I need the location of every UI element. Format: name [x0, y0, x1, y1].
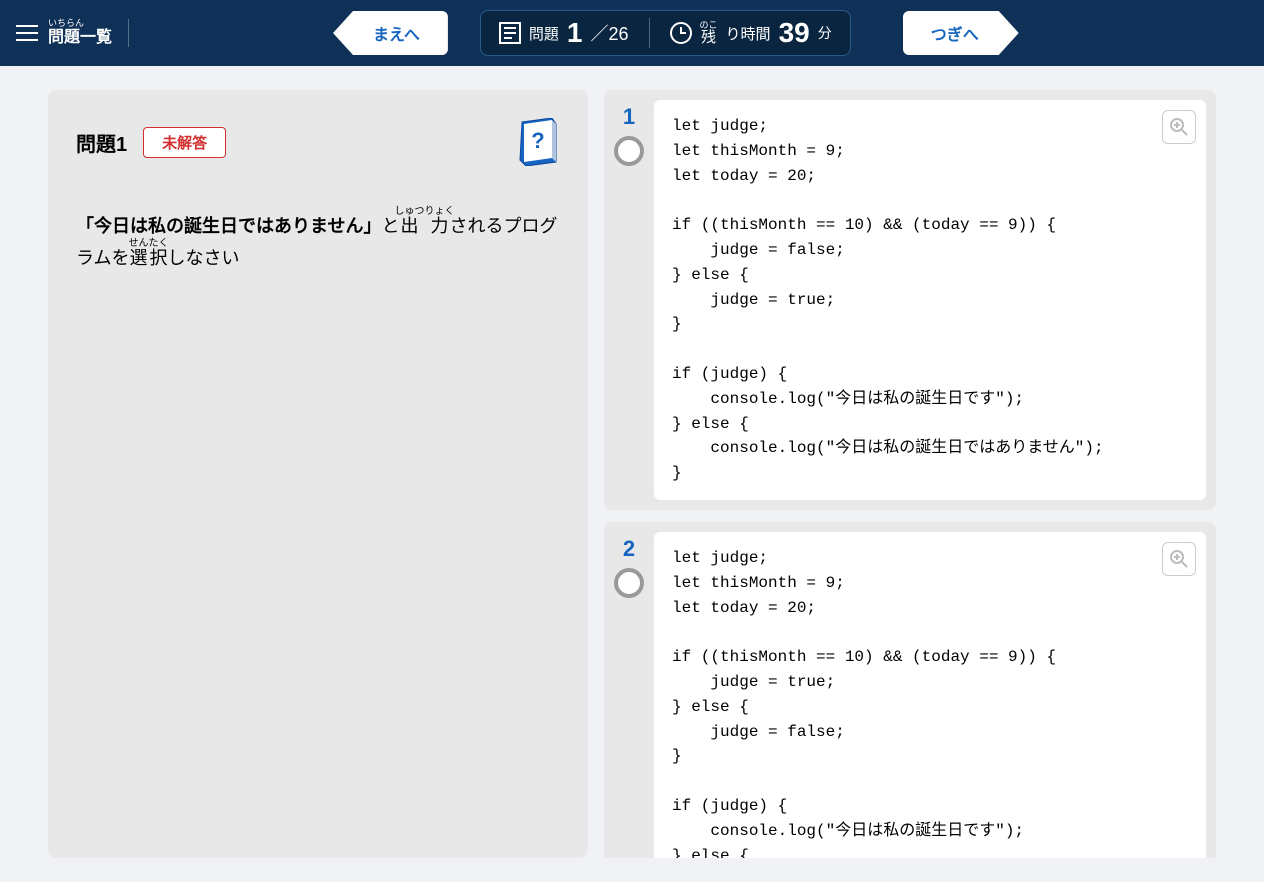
menu-button[interactable]: いちらん 問題一覧: [16, 19, 129, 46]
hamburger-icon: [16, 25, 38, 41]
content-area: 問題1 未解答 ? 「今日は私の誕生日ではありません」と出しゅつ 力りょくされる…: [0, 66, 1264, 882]
option-number: 1: [623, 104, 635, 130]
status-badge: 未解答: [143, 127, 226, 158]
list-icon: [499, 22, 521, 44]
question-panel: 問題1 未解答 ? 「今日は私の誕生日ではありません」と出しゅつ 力りょくされる…: [48, 90, 588, 858]
question-text: 「今日は私の誕生日ではありません」と出しゅつ 力りょくされるプログラムを選択せん…: [76, 206, 560, 275]
option-number: 2: [623, 536, 635, 562]
option-radio[interactable]: [614, 568, 644, 598]
option-radio[interactable]: [614, 136, 644, 166]
option-card: 2 let judge; let thisMonth = 9; let toda…: [604, 522, 1216, 858]
question-number: 問題1: [76, 128, 127, 157]
code-box: let judge; let thisMonth = 9; let today …: [654, 532, 1206, 858]
next-button[interactable]: つぎへ: [903, 11, 1019, 55]
code-content: let judge; let thisMonth = 9; let today …: [672, 546, 1188, 858]
zoom-icon[interactable]: [1162, 110, 1196, 144]
code-content: let judge; let thisMonth = 9; let today …: [672, 114, 1188, 486]
header-bar: いちらん 問題一覧 まえへ 問題 1 ／26 のこ 残 り時間 39 分 つぎへ: [0, 0, 1264, 66]
progress-info: 問題 1 ／26 のこ 残 り時間 39 分: [480, 10, 851, 56]
options-panel: 1 let judge; let thisMonth = 9; let toda…: [604, 90, 1216, 858]
svg-text:?: ?: [531, 128, 544, 153]
clock-icon: [670, 22, 692, 44]
question-counter: 問題 1 ／26: [499, 17, 629, 49]
menu-label: いちらん 問題一覧: [48, 19, 112, 46]
code-box: let judge; let thisMonth = 9; let today …: [654, 100, 1206, 500]
prev-button[interactable]: まえへ: [333, 11, 448, 55]
zoom-icon[interactable]: [1162, 542, 1196, 576]
option-card: 1 let judge; let thisMonth = 9; let toda…: [604, 90, 1216, 510]
time-remaining: のこ 残 り時間 39 分: [670, 17, 832, 49]
dictionary-icon[interactable]: ?: [516, 118, 560, 166]
